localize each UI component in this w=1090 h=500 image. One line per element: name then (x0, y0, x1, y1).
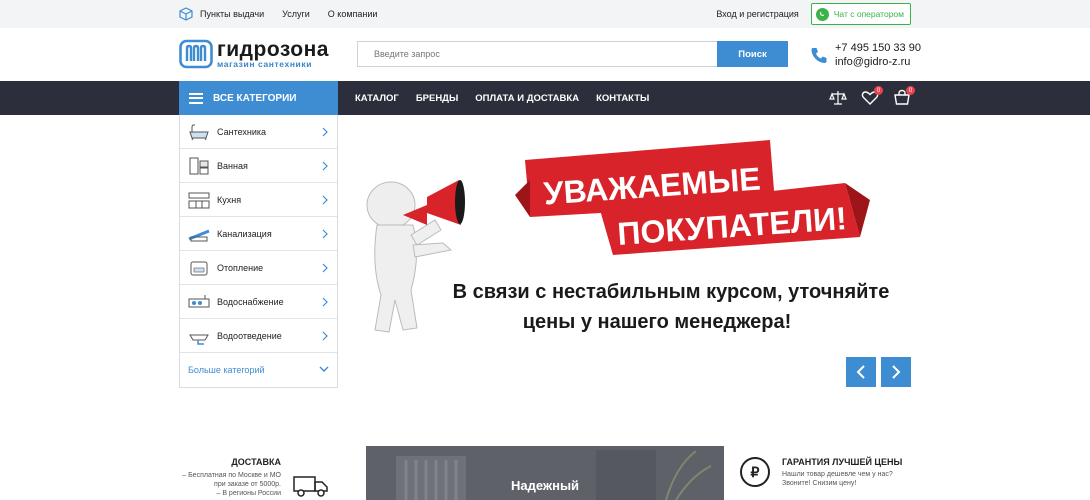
login-link[interactable]: Вход и регистрация (716, 9, 798, 19)
sidebar-item-heating[interactable]: Отопление (180, 251, 337, 285)
chat-operator-label: Чат с оператором (833, 9, 904, 19)
scales-icon (829, 91, 847, 105)
sidebar-item-label: Канализация (217, 228, 272, 239)
email-address[interactable]: info@gidro-z.ru (835, 55, 921, 69)
kitchen-icon (188, 192, 210, 208)
favorites-button[interactable]: 0 (861, 86, 883, 107)
bathtub-icon (189, 124, 209, 140)
logo-tagline: магазин сантехники (217, 58, 313, 69)
more-categories-label: Больше категорий (188, 365, 265, 375)
price-guarantee: ₽ ГАРАНТИЯ ЛУЧШЕЙ ЦЕНЫ Нашли товар дешев… (740, 457, 902, 488)
chevron-right-icon (322, 229, 328, 239)
sidebar-item-sewerage[interactable]: Канализация (180, 217, 337, 251)
header: гидрозона магазин сантехники Поиск +7 49… (0, 28, 1090, 81)
logo-name: гидрозона (217, 37, 329, 61)
chat-operator-button[interactable]: Чат с оператором (810, 3, 911, 25)
menu-catalog[interactable]: КАТАЛОГ (355, 93, 399, 104)
chevron-right-icon (322, 195, 328, 205)
sidebar-item-drainage[interactable]: Водоотведение (180, 319, 337, 353)
sewer-icon (188, 229, 210, 241)
search-button[interactable]: Поиск (717, 41, 788, 67)
sidebar-item-bathroom[interactable]: Ванная (180, 149, 337, 183)
all-categories-button[interactable]: ВСЕ КАТЕГОРИИ (179, 81, 338, 115)
sidebar-item-label: Ванная (217, 160, 248, 171)
banner-next-button[interactable] (881, 357, 911, 387)
whatsapp-icon (815, 7, 829, 21)
promo-banner[interactable]: Надежный (366, 446, 724, 500)
banner-arrows (846, 357, 916, 387)
megaphone-man-illustration (366, 180, 465, 333)
delivery-text-line: – В регионы России (216, 490, 281, 497)
main-menu: КАТАЛОГ БРЕНДЫ ОПЛАТА И ДОСТАВКА КОНТАКТ… (355, 81, 666, 115)
chevron-right-icon (322, 127, 328, 137)
delivery-text-line: – Бесплатная по Москве и МО (182, 472, 281, 479)
search-bar: Поиск (357, 41, 788, 67)
chevron-right-icon (322, 263, 328, 273)
guarantee-text: Нашли товар дешевле чем у нас? Звоните! … (782, 470, 902, 488)
chevron-right-icon (322, 161, 328, 171)
bathroom-icon (189, 157, 209, 174)
all-categories-label: ВСЕ КАТЕГОРИИ (213, 92, 297, 104)
banner-text-line-2: цены у нашего менеджера! (523, 311, 792, 333)
chevron-right-icon (892, 365, 901, 379)
banner-prev-button[interactable] (846, 357, 876, 387)
cart-button[interactable]: 0 (893, 86, 915, 107)
banner-text-line-1: В связи с нестабильным курсом, уточняйте (453, 281, 890, 303)
more-categories-button[interactable]: Больше категорий (180, 353, 337, 387)
chevron-down-icon (319, 366, 329, 372)
cart-count-badge: 0 (906, 86, 915, 95)
sidebar-item-label: Сантехника (217, 126, 267, 137)
chevron-left-icon (856, 365, 865, 379)
chevron-right-icon (322, 297, 328, 307)
delivery-title: ДОСТАВКА (231, 457, 281, 467)
menu-payment-delivery[interactable]: ОПЛАТА И ДОСТАВКА (475, 93, 579, 104)
nav-icons: 0 0 (815, 81, 915, 115)
sidebar-item-water-supply[interactable]: Водоснабжение (180, 285, 337, 319)
about-link[interactable]: О компании (328, 9, 378, 19)
guarantee-text-line: Нашли товар дешевле чем у нас? (782, 471, 893, 478)
heating-icon (190, 261, 208, 275)
top-right: Вход и регистрация Чат с оператором (716, 0, 911, 28)
favorites-count-badge: 0 (874, 86, 883, 95)
sidebar-item-kitchen[interactable]: Кухня (180, 183, 337, 217)
phone-number[interactable]: +7 495 150 33 90 (835, 41, 921, 55)
sidebar-item-plumbing[interactable]: Сантехника (180, 115, 337, 149)
logo[interactable]: гидрозона магазин сантехники (179, 39, 329, 69)
sidebar-item-label: Кухня (217, 194, 242, 205)
guarantee-title: ГАРАНТИЯ ЛУЧШЕЙ ЦЕНЫ (782, 457, 903, 467)
hero-banner: УВАЖАЕМЫЕ ПОКУПАТЕЛИ! В связи с нестабил… (366, 140, 890, 333)
guarantee-text-line: Звоните! Снизим цену! (782, 480, 857, 487)
chevron-right-icon (322, 331, 328, 341)
menu-icon (189, 92, 203, 104)
box-icon (179, 7, 193, 21)
menu-brands[interactable]: БРЕНДЫ (416, 93, 458, 104)
drainage-icon (189, 334, 209, 345)
services-link[interactable]: Услуги (282, 9, 310, 19)
sidebar-item-label: Водоснабжение (217, 296, 284, 307)
phone-icon (811, 48, 827, 63)
sidebar-item-label: Водоотведение (217, 330, 282, 341)
logo-mark-icon (179, 39, 213, 69)
sidebar-item-label: Отопление (217, 262, 264, 273)
pickup-points-link[interactable]: Пункты выдачи (200, 9, 264, 19)
search-input[interactable] (357, 41, 717, 67)
menu-contacts[interactable]: КОНТАКТЫ (596, 93, 649, 104)
top-links: Пункты выдачи Услуги О компании (179, 0, 395, 28)
top-bar: Пункты выдачи Услуги О компании Вход и р… (0, 0, 1090, 28)
promo-label: Надежный (510, 478, 580, 493)
water-supply-icon (188, 294, 210, 307)
nav-bar: ВСЕ КАТЕГОРИИ КАТАЛОГ БРЕНДЫ ОПЛАТА И ДО… (0, 81, 1090, 115)
delivery-text-line: при заказе от 5000р. (214, 481, 281, 488)
compare-button[interactable] (829, 89, 847, 107)
delivery-text: – Бесплатная по Москве и МО при заказе о… (161, 471, 281, 498)
truck-icon (293, 476, 328, 497)
ruble-icon: ₽ (740, 457, 770, 487)
contacts: +7 495 150 33 90 info@gidro-z.ru (810, 41, 921, 69)
category-sidebar: Сантехника Ванная Кухня Канализация Отоп… (179, 115, 338, 388)
